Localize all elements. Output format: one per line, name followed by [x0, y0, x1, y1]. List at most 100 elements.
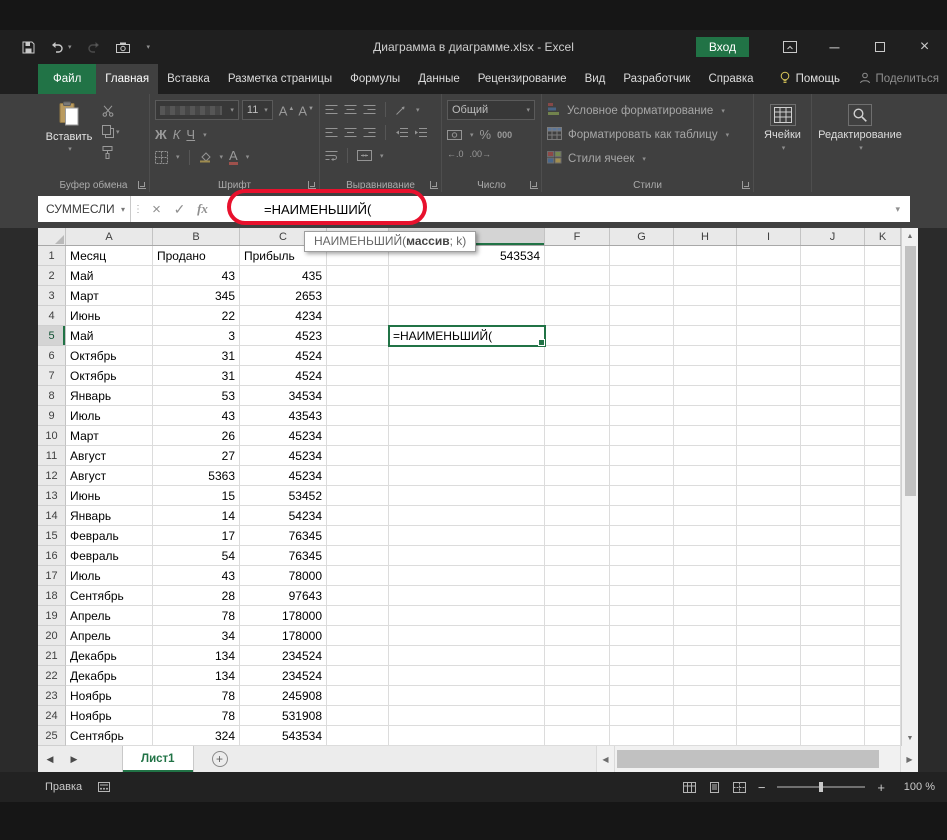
cell-G5[interactable]: [610, 326, 674, 346]
cell-K17[interactable]: [865, 566, 901, 586]
cell-G8[interactable]: [610, 386, 674, 406]
ribbon-tab-3-Разметка страницы[interactable]: Разметка страницы: [219, 64, 341, 94]
cell-J13[interactable]: [801, 486, 865, 506]
cell-F11[interactable]: [545, 446, 610, 466]
cell-J10[interactable]: [801, 426, 865, 446]
cell-A18[interactable]: Сентябрь: [66, 586, 153, 606]
cell-C5[interactable]: 4523: [240, 326, 327, 346]
cell-A24[interactable]: Ноябрь: [66, 706, 153, 726]
cell-E8[interactable]: [389, 386, 545, 406]
ribbon-tab-1-Главная[interactable]: Главная: [96, 64, 159, 94]
cell-J20[interactable]: [801, 626, 865, 646]
cell-C25[interactable]: 543534: [240, 726, 327, 746]
cell-F19[interactable]: [545, 606, 610, 626]
cell-E9[interactable]: [389, 406, 545, 426]
orientation-button[interactable]: [395, 104, 408, 116]
column-header-H[interactable]: H: [674, 228, 737, 245]
cell-B9[interactable]: 43: [153, 406, 240, 426]
cell-C2[interactable]: 435: [240, 266, 327, 286]
cell-D19[interactable]: [327, 606, 389, 626]
cell-K11[interactable]: [865, 446, 901, 466]
cell-G4[interactable]: [610, 306, 674, 326]
cell-H23[interactable]: [674, 686, 737, 706]
column-header-G[interactable]: G: [610, 228, 674, 245]
enter-button[interactable]: ✓: [168, 201, 191, 218]
hscroll-left-arrow[interactable]: ◀: [596, 746, 614, 772]
column-header-A[interactable]: A: [66, 228, 153, 245]
cell-A5[interactable]: Май: [66, 326, 153, 346]
ribbon-tab-2-Вставка[interactable]: Вставка: [158, 64, 219, 94]
cell-G17[interactable]: [610, 566, 674, 586]
cell-H16[interactable]: [674, 546, 737, 566]
cell-J22[interactable]: [801, 666, 865, 686]
align-top-button[interactable]: [325, 104, 338, 115]
cell-G13[interactable]: [610, 486, 674, 506]
view-normal-button[interactable]: [682, 781, 696, 793]
undo-button[interactable]: ▾: [50, 41, 72, 53]
alignment-dialog-launcher[interactable]: [430, 181, 438, 189]
cell-E22[interactable]: [389, 666, 545, 686]
cell-D24[interactable]: [327, 706, 389, 726]
cell-B21[interactable]: 134: [153, 646, 240, 666]
cell-G10[interactable]: [610, 426, 674, 446]
close-button[interactable]: ×: [902, 30, 947, 64]
cell-J2[interactable]: [801, 266, 865, 286]
row-header-25[interactable]: 25: [38, 726, 66, 746]
column-header-K[interactable]: K: [865, 228, 901, 245]
cell-K22[interactable]: [865, 666, 901, 686]
cell-D6[interactable]: [327, 346, 389, 366]
cell-K6[interactable]: [865, 346, 901, 366]
save-button[interactable]: [22, 41, 35, 54]
number-dialog-launcher[interactable]: [530, 181, 538, 189]
cell-B7[interactable]: 31: [153, 366, 240, 386]
cell-K14[interactable]: [865, 506, 901, 526]
redo-button[interactable]: [87, 41, 101, 53]
cell-A21[interactable]: Декабрь: [66, 646, 153, 666]
cell-H14[interactable]: [674, 506, 737, 526]
accounting-format-button[interactable]: [447, 129, 462, 140]
cell-C4[interactable]: 4234: [240, 306, 327, 326]
vscroll-thumb[interactable]: [904, 246, 916, 496]
percent-style-button[interactable]: %: [480, 128, 492, 141]
cell-D13[interactable]: [327, 486, 389, 506]
editing-button[interactable]: Редактирование ▾: [817, 98, 903, 152]
cell-C23[interactable]: 245908: [240, 686, 327, 706]
cell-E16[interactable]: [389, 546, 545, 566]
bold-button[interactable]: Ж: [155, 128, 167, 141]
cell-I23[interactable]: [737, 686, 801, 706]
row-header-14[interactable]: 14: [38, 506, 66, 526]
cell-B23[interactable]: 78: [153, 686, 240, 706]
cell-E2[interactable]: [389, 266, 545, 286]
cell-I15[interactable]: [737, 526, 801, 546]
row-header-3[interactable]: 3: [38, 286, 66, 306]
cell-K13[interactable]: [865, 486, 901, 506]
cell-H7[interactable]: [674, 366, 737, 386]
ribbon-tab-7-Вид[interactable]: Вид: [576, 64, 615, 94]
row-header-8[interactable]: 8: [38, 386, 66, 406]
cell-G24[interactable]: [610, 706, 674, 726]
row-header-21[interactable]: 21: [38, 646, 66, 666]
row-header-11[interactable]: 11: [38, 446, 66, 466]
sheet-nav-right-button[interactable]: ▶: [62, 746, 86, 772]
row-header-12[interactable]: 12: [38, 466, 66, 486]
cell-H11[interactable]: [674, 446, 737, 466]
cell-J17[interactable]: [801, 566, 865, 586]
font-dialog-launcher[interactable]: [308, 181, 316, 189]
cell-I11[interactable]: [737, 446, 801, 466]
cell-B12[interactable]: 5363: [153, 466, 240, 486]
wrap-text-button[interactable]: [325, 150, 338, 161]
cell-K9[interactable]: [865, 406, 901, 426]
cell-A11[interactable]: Август: [66, 446, 153, 466]
cell-J16[interactable]: [801, 546, 865, 566]
cell-C13[interactable]: 53452: [240, 486, 327, 506]
underline-button[interactable]: Ч: [186, 128, 195, 141]
cell-F22[interactable]: [545, 666, 610, 686]
cell-J3[interactable]: [801, 286, 865, 306]
cell-H18[interactable]: [674, 586, 737, 606]
row-header-9[interactable]: 9: [38, 406, 66, 426]
cell-F25[interactable]: [545, 726, 610, 746]
ribbon-tab-9-Справка[interactable]: Справка: [699, 64, 762, 94]
cell-F1[interactable]: [545, 246, 610, 266]
cell-H25[interactable]: [674, 726, 737, 746]
column-header-F[interactable]: F: [545, 228, 610, 245]
